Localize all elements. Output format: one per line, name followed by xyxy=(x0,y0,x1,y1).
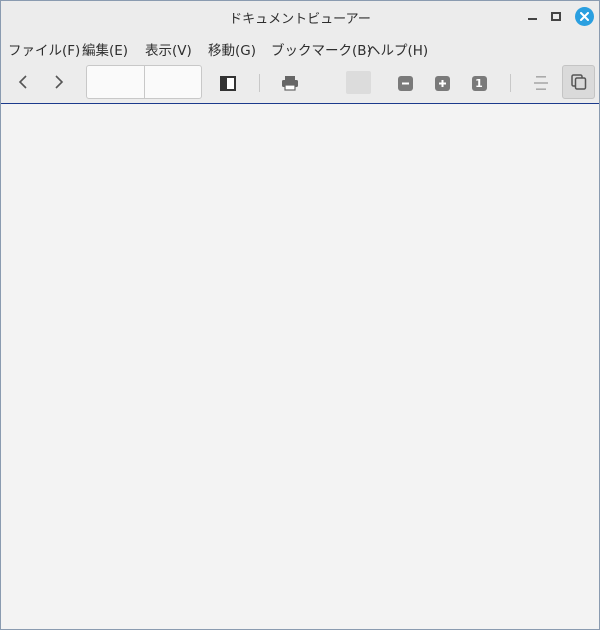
toolbar-separator xyxy=(259,74,260,92)
page-number-input[interactable] xyxy=(87,66,145,98)
minimize-icon xyxy=(527,18,537,20)
window-title: ドキュメントビューアー xyxy=(229,12,371,27)
minimize-button[interactable] xyxy=(519,1,545,31)
forward-button[interactable] xyxy=(48,71,70,93)
zoom-out-icon xyxy=(397,75,413,91)
zoom-out-button[interactable] xyxy=(394,74,416,92)
menu-edit[interactable]: 編集(E) xyxy=(82,39,128,59)
dual-page-button[interactable] xyxy=(562,65,595,99)
toolbar: 1 xyxy=(1,61,599,104)
menu-bar: ファイル(F) 編集(E) 表示(V) 移動(G) ブックマーク(B) ヘルプ(… xyxy=(1,31,599,61)
menu-file[interactable]: ファイル(F) xyxy=(8,39,80,59)
menu-go[interactable]: 移動(G) xyxy=(208,39,256,59)
toolbar-separator xyxy=(510,74,511,92)
page-selector xyxy=(86,65,203,99)
zoom-in-icon xyxy=(434,75,450,91)
back-icon xyxy=(18,75,27,89)
document-area[interactable] xyxy=(1,105,599,629)
print-button[interactable] xyxy=(279,72,301,94)
zoom-in-button[interactable] xyxy=(431,74,453,92)
sidebar-toggle-button[interactable] xyxy=(217,72,239,94)
continuous-button[interactable] xyxy=(530,72,552,94)
actual-size-button[interactable]: 1 xyxy=(468,74,490,92)
menu-bookmarks[interactable]: ブックマーク(B) xyxy=(271,39,372,59)
back-button[interactable] xyxy=(12,71,34,93)
close-button[interactable] xyxy=(571,1,597,31)
menu-help[interactable]: ヘルプ(H) xyxy=(367,39,428,59)
title-bar[interactable]: ドキュメントビューアー xyxy=(1,1,599,31)
dual-page-icon xyxy=(570,74,586,90)
zoom-level-box[interactable] xyxy=(346,71,371,94)
sidebar-toggle-icon xyxy=(220,75,236,91)
continuous-icon xyxy=(534,76,548,90)
print-icon xyxy=(282,76,298,91)
forward-icon xyxy=(55,75,64,89)
maximize-button[interactable] xyxy=(543,1,569,31)
menu-view[interactable]: 表示(V) xyxy=(145,39,192,59)
maximize-icon xyxy=(551,11,561,21)
page-count-input[interactable] xyxy=(145,66,203,98)
document-viewer-window: ドキュメントビューアー ファイル(F) 編集(E) 表示(V) 移動(G) ブッ… xyxy=(0,0,600,630)
close-icon xyxy=(574,6,594,26)
actual-size-icon: 1 xyxy=(471,75,487,91)
